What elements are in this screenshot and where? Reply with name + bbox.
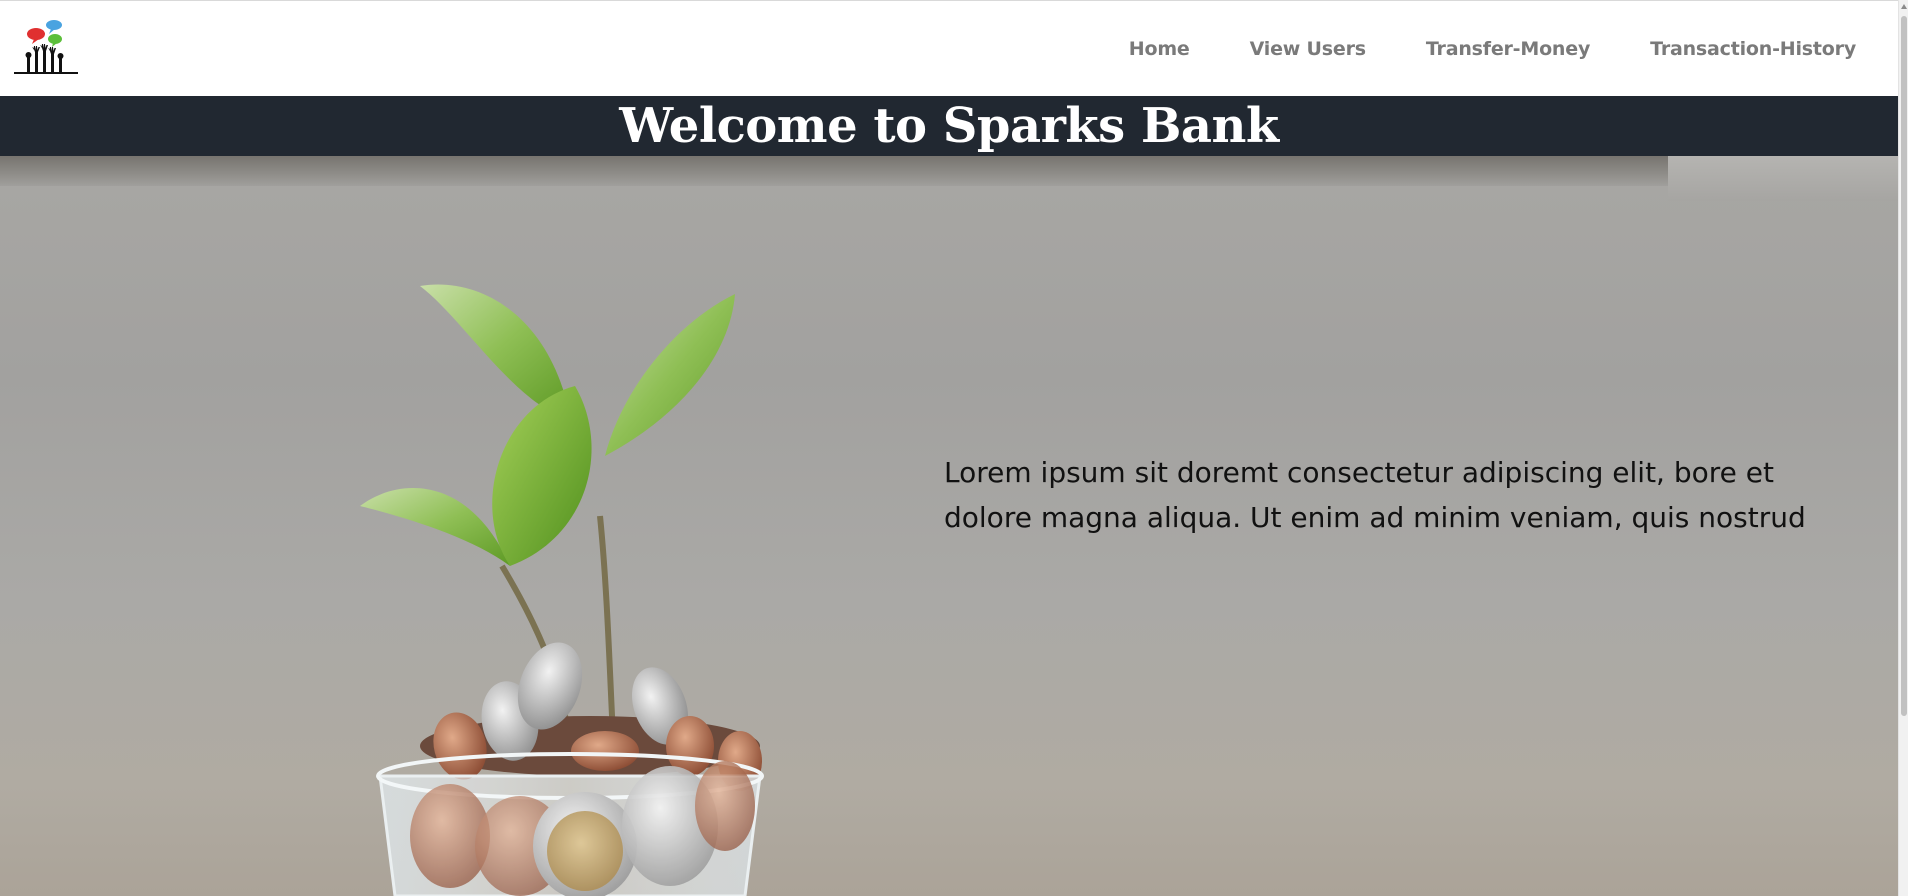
nav-transaction-history[interactable]: Transaction-History — [1650, 38, 1856, 60]
logo[interactable] — [14, 17, 80, 77]
title-band: Welcome to Sparks Bank — [0, 96, 1898, 156]
page-title: Welcome to Sparks Bank — [619, 98, 1279, 154]
page-scrollbar[interactable] — [1898, 0, 1908, 896]
hero-description: Lorem ipsum sit doremt consectetur adipi… — [944, 456, 1806, 534]
hero-background-shelf-edge — [1668, 156, 1898, 201]
page: Home View Users Transfer-Money Transacti… — [0, 0, 1908, 896]
hero-background-shelf — [0, 156, 1898, 186]
scroll-thumb[interactable] — [1901, 16, 1907, 716]
nav-view-users[interactable]: View Users — [1250, 38, 1366, 60]
scroll-up-arrow-icon[interactable] — [1901, 4, 1907, 9]
plant-in-coin-jar-image — [360, 284, 764, 896]
nav-home[interactable]: Home — [1129, 38, 1190, 60]
community-hands-logo-icon — [14, 20, 78, 74]
hero-section: Lorem ipsum sit doremt consectetur adipi… — [0, 156, 1898, 896]
nav-transfer-money[interactable]: Transfer-Money — [1426, 38, 1590, 60]
main-nav: Home View Users Transfer-Money Transacti… — [1069, 1, 1856, 97]
navbar: Home View Users Transfer-Money Transacti… — [0, 0, 1898, 96]
